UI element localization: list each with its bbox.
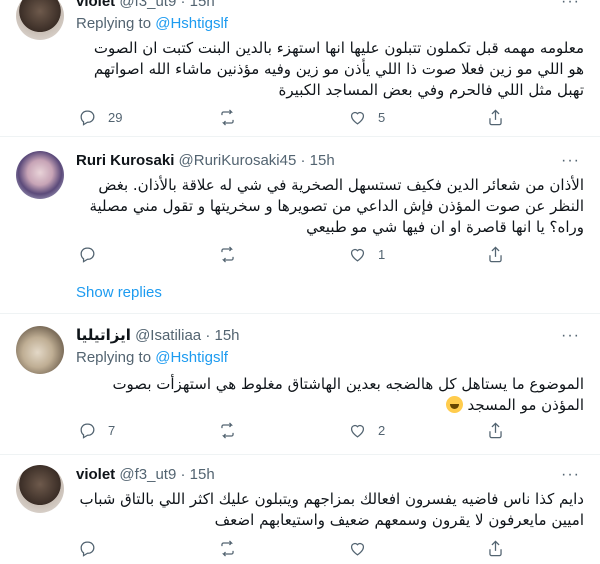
share-icon	[489, 540, 502, 557]
retweet-button[interactable]	[218, 108, 248, 127]
mention-link[interactable]: @Hshtigslf	[155, 349, 228, 366]
separator-dot: ·	[180, 0, 186, 10]
tweet-header: violet @f3_ut9 · 15h	[76, 465, 215, 485]
tweet-text: دايم كذا ناس فاضيه يفسرون افعالك بمزاجهم…	[79, 490, 584, 529]
replying-to: Replying to @Hshtigslf	[76, 348, 228, 368]
reply-button[interactable]	[78, 245, 108, 264]
share-button[interactable]	[486, 245, 505, 264]
heart-icon	[350, 424, 365, 438]
tweet-text: الأذان من شعائر الدين فكيف تستسهل الصخري…	[89, 176, 584, 236]
more-options-icon[interactable]: ···	[561, 151, 580, 171]
separator-dot: ·	[300, 152, 306, 169]
tweet-text: معلومه مهمه قبل تكملون تتبلون عليها انها…	[93, 39, 584, 99]
display-name[interactable]: ايزاتيليا	[76, 327, 131, 344]
heart-icon	[350, 542, 365, 556]
reply-icon	[80, 110, 95, 126]
retweet-icon	[221, 246, 234, 263]
reply-count: 29	[108, 110, 123, 125]
tweet-text: الموضوع ما يستاهل كل هالضجه بعدين الهاشت…	[76, 374, 584, 416]
avatar[interactable]	[16, 326, 64, 374]
retweet-button[interactable]	[218, 539, 248, 558]
more-options-icon[interactable]: ···	[561, 326, 580, 346]
reply-count: 7	[108, 423, 116, 438]
like-count: 2	[378, 423, 386, 438]
reply-button[interactable]: 7	[78, 421, 115, 440]
avatar[interactable]	[16, 0, 64, 40]
share-icon	[489, 422, 502, 439]
tweet-actions: 1	[68, 245, 508, 267]
tweet[interactable]: violet @f3_ut9 · 15h ··· دايم كذا ناس فا…	[0, 455, 600, 564]
tweet-actions	[68, 539, 508, 561]
tweet[interactable]: violet @f3_ut9 · 15h ··· Replying to @Hs…	[0, 0, 600, 137]
reply-icon	[80, 423, 95, 439]
tweet-header: Ruri Kurosaki @RuriKurosaki45 · 15h	[76, 151, 335, 171]
tweet-actions: 29 5	[68, 108, 508, 130]
more-options-icon[interactable]: ···	[561, 0, 580, 12]
retweet-icon	[221, 109, 234, 126]
share-button[interactable]	[486, 108, 505, 127]
heart-icon	[350, 248, 365, 262]
more-options-icon[interactable]: ···	[561, 465, 580, 485]
share-icon	[489, 246, 502, 263]
avatar[interactable]	[16, 151, 64, 199]
tweet-actions: 7 2	[68, 421, 508, 443]
timestamp[interactable]: 15h	[215, 327, 240, 344]
reply-button[interactable]	[78, 539, 108, 558]
username[interactable]: @f3_ut9	[119, 0, 176, 10]
timestamp[interactable]: 15h	[190, 466, 215, 483]
share-button[interactable]	[486, 421, 505, 440]
retweet-icon	[221, 540, 234, 557]
like-count: 1	[378, 247, 386, 262]
share-button[interactable]	[486, 539, 505, 558]
share-icon	[489, 109, 502, 126]
retweet-button[interactable]	[218, 421, 248, 440]
display-name[interactable]: Ruri Kurosaki	[76, 152, 174, 169]
show-replies-link[interactable]: Show replies	[0, 272, 600, 314]
retweet-button[interactable]	[218, 245, 248, 264]
tweet-header: ايزاتيليا @Isatiliaa · 15h	[76, 326, 240, 346]
tweet-header: violet @f3_ut9 · 15h	[76, 0, 215, 12]
heart-icon	[350, 111, 365, 125]
grinning-sweat-emoji	[445, 396, 463, 413]
like-button[interactable]: 1	[348, 245, 385, 264]
replying-to-label: Replying to	[76, 15, 156, 32]
like-button[interactable]: 5	[348, 108, 385, 127]
reply-button[interactable]: 29	[78, 108, 122, 127]
tweet[interactable]: ايزاتيليا @Isatiliaa · 15h ··· Replying …	[0, 314, 600, 455]
replying-to-label: Replying to	[76, 349, 156, 366]
separator-dot: ·	[205, 327, 211, 344]
like-count: 5	[378, 110, 386, 125]
display-name[interactable]: violet	[76, 466, 115, 483]
replying-to: Replying to @Hshtigslf	[76, 14, 228, 34]
reply-icon	[80, 247, 95, 263]
retweet-icon	[221, 422, 234, 439]
show-replies-label[interactable]: Show replies	[76, 284, 162, 301]
separator-dot: ·	[180, 466, 186, 483]
timestamp[interactable]: 15h	[310, 152, 335, 169]
mention-link[interactable]: @Hshtigslf	[155, 15, 228, 32]
tweet[interactable]: Ruri Kurosaki @RuriKurosaki45 · 15h ··· …	[0, 137, 600, 272]
username[interactable]: @RuriKurosaki45	[179, 152, 297, 169]
like-button[interactable]	[348, 539, 378, 558]
tweet-text-content: الموضوع ما يستاهل كل هالضجه بعدين الهاشت…	[112, 375, 584, 414]
username[interactable]: @f3_ut9	[119, 466, 176, 483]
avatar[interactable]	[16, 465, 64, 513]
username[interactable]: @Isatiliaa	[135, 327, 201, 344]
display-name[interactable]: violet	[76, 0, 115, 10]
like-button[interactable]: 2	[348, 421, 385, 440]
reply-icon	[80, 541, 95, 557]
timestamp[interactable]: 15h	[190, 0, 215, 10]
